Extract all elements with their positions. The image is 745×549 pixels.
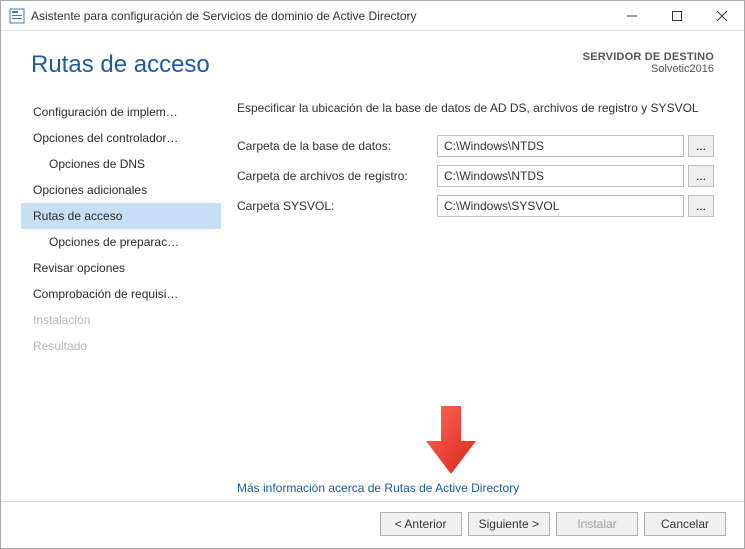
titlebar: Asistente para configuración de Servicio… [1,1,744,31]
main-content: Especificar la ubicación de la base de d… [221,89,744,501]
cancel-button[interactable]: Cancelar [644,512,726,536]
sidebar-item-8: Instalación [21,307,221,333]
sidebar-item-1[interactable]: Opciones del controlador… [21,125,221,151]
wizard-window: Asistente para configuración de Servicio… [0,0,745,549]
sidebar-item-5[interactable]: Opciones de preparac… [21,229,221,255]
path-field-input-1[interactable] [437,165,684,187]
sidebar-item-2[interactable]: Opciones de DNS [21,151,221,177]
path-field-row-1: Carpeta de archivos de registro:... [237,165,714,187]
sidebar-item-7[interactable]: Comprobación de requisi… [21,281,221,307]
page-title: Rutas de acceso [31,51,583,79]
path-field-input-0[interactable] [437,135,684,157]
instruction-text: Especificar la ubicación de la base de d… [237,101,714,115]
sidebar-item-3[interactable]: Opciones adicionales [21,177,221,203]
body: Configuración de implem…Opciones del con… [1,89,744,501]
browse-button-2[interactable]: ... [688,195,714,217]
target-server-info: SERVIDOR DE DESTINO Solvetic2016 [583,51,714,75]
browse-button-0[interactable]: ... [688,135,714,157]
more-info-link[interactable]: Más información acerca de Rutas de Activ… [237,481,519,495]
app-icon [9,8,25,24]
window-controls [609,1,744,30]
path-field-label-2: Carpeta SYSVOL: [237,199,437,213]
sidebar-item-4[interactable]: Rutas de acceso [21,203,221,229]
path-field-label-1: Carpeta de archivos de registro: [237,169,437,183]
minimize-button[interactable] [609,1,654,30]
browse-button-1[interactable]: ... [688,165,714,187]
header: Rutas de acceso SERVIDOR DE DESTINO Solv… [1,31,744,89]
sidebar: Configuración de implem…Opciones del con… [21,89,221,501]
close-button[interactable] [699,1,744,30]
target-server-label: SERVIDOR DE DESTINO [583,51,714,63]
path-field-row-0: Carpeta de la base de datos:... [237,135,714,157]
path-field-input-2[interactable] [437,195,684,217]
path-field-row-2: Carpeta SYSVOL:... [237,195,714,217]
install-button: Instalar [556,512,638,536]
previous-button[interactable]: < Anterior [380,512,462,536]
target-server-name: Solvetic2016 [583,63,714,75]
sidebar-item-9: Resultado [21,333,221,359]
path-field-label-0: Carpeta de la base de datos: [237,139,437,153]
maximize-button[interactable] [654,1,699,30]
sidebar-item-0[interactable]: Configuración de implem… [21,99,221,125]
sidebar-item-6[interactable]: Revisar opciones [21,255,221,281]
window-title: Asistente para configuración de Servicio… [31,9,609,23]
next-button[interactable]: Siguiente > [468,512,550,536]
footer: < Anterior Siguiente > Instalar Cancelar [1,501,744,548]
